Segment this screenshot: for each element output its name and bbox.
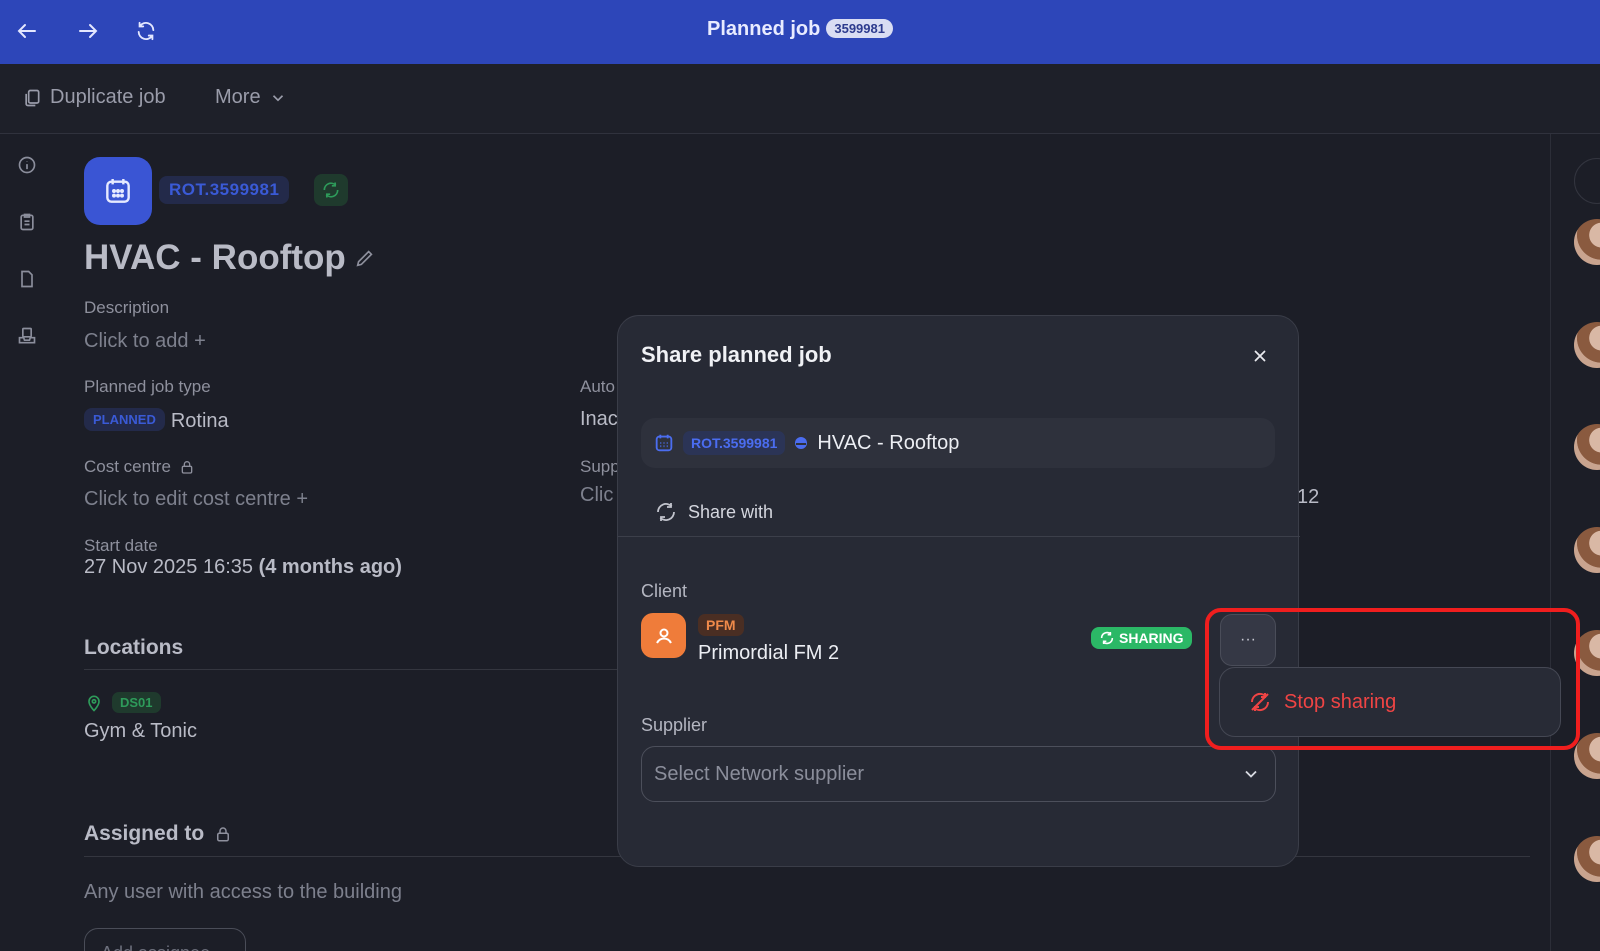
lock-icon xyxy=(181,461,193,474)
page-title: Planned job 3599981 xyxy=(0,18,1600,41)
document-icon[interactable] xyxy=(15,267,39,291)
plus-icon: + xyxy=(194,330,206,352)
supplier-select[interactable]: Select Network supplier xyxy=(641,746,1276,802)
pencil-icon[interactable] xyxy=(354,247,376,269)
plus-icon: + xyxy=(296,488,308,510)
description-add-text: Click to add xyxy=(84,330,189,352)
cost-centre-edit[interactable]: Click to edit cost centre + xyxy=(84,488,308,511)
description-label: Description xyxy=(84,298,170,317)
copy-icon xyxy=(25,89,40,106)
more-menu-button[interactable]: More xyxy=(215,86,287,109)
job-type-icon xyxy=(84,157,152,225)
assigned-title: Assigned to xyxy=(84,822,232,846)
status-dot-icon xyxy=(795,437,808,449)
supplier-field-value[interactable]: Clic xyxy=(580,484,613,507)
sharing-status-badge: SHARING xyxy=(1091,627,1192,649)
job-type-value: PLANNED Rotina xyxy=(84,408,229,433)
share-with-tab[interactable]: Share with xyxy=(654,500,773,524)
start-date-value: 27 Nov 2025 16:35 (4 months ago) xyxy=(84,556,402,579)
auto-label: Auto xyxy=(580,377,615,396)
assigned-title-text: Assigned to xyxy=(84,822,205,845)
lock-icon xyxy=(217,827,230,842)
job-name: HVAC - Rooftop xyxy=(817,431,960,454)
cost-centre-label: Cost centre xyxy=(84,457,195,477)
share-sync-icon xyxy=(657,503,675,521)
chevron-down-icon xyxy=(272,94,283,101)
calendar-icon xyxy=(655,434,673,452)
locations-divider xyxy=(84,669,617,670)
toolbar: Duplicate job More xyxy=(0,64,1600,134)
client-more-button[interactable]: ··· xyxy=(1220,614,1276,666)
location-code-pill: DS01 xyxy=(112,692,161,713)
tray-icon[interactable] xyxy=(15,324,39,348)
location-code-row: DS01 xyxy=(84,692,161,713)
page-title-text: Planned job xyxy=(707,18,821,40)
job-title-text: HVAC - Rooftop xyxy=(84,238,346,277)
cost-centre-label-text: Cost centre xyxy=(84,457,171,476)
supplier-placeholder: Select Network supplier xyxy=(654,762,865,785)
shared-status-icon[interactable] xyxy=(314,174,348,206)
user-icon xyxy=(655,628,672,643)
modal-divider xyxy=(618,536,1300,537)
job-type-text: Rotina xyxy=(170,410,229,432)
planned-pill: PLANNED xyxy=(84,408,165,431)
auto-value: Inac xyxy=(580,408,618,430)
job-title: HVAC - Rooftop xyxy=(84,238,376,278)
add-assignee-button[interactable]: Add assignee xyxy=(84,928,246,951)
truncated-value: 12 xyxy=(1297,486,1320,508)
supplier-label: Supplier xyxy=(641,715,708,735)
job-ref-pill: ROT.3599981 xyxy=(159,176,290,204)
client-label: Client xyxy=(641,581,688,601)
client-name: Primordial FM 2 xyxy=(698,642,840,664)
shared-job-row: ROT.3599981 HVAC - Rooftop xyxy=(641,418,1275,468)
more-label: More xyxy=(215,86,261,108)
info-icon[interactable] xyxy=(15,153,39,177)
client-avatar xyxy=(641,613,686,658)
share-with-label: Share with xyxy=(688,501,774,522)
stop-sharing-menu-item[interactable]: Stop sharing xyxy=(1219,667,1561,737)
job-number-badge: 3599981 xyxy=(826,19,893,38)
assigned-value: Any user with access to the building xyxy=(84,881,402,903)
location-name[interactable]: Gym & Tonic xyxy=(84,720,197,743)
job-type-label: Planned job type xyxy=(84,377,211,396)
modal-title: Share planned job xyxy=(641,342,832,367)
top-bar: Planned job 3599981 xyxy=(0,0,1600,64)
calendar-icon xyxy=(106,179,130,203)
checklist-icon[interactable] xyxy=(15,210,39,234)
start-date-text: 27 Nov 2025 16:35 xyxy=(84,556,254,578)
locations-title: Locations xyxy=(84,636,184,659)
client-code-pill: PFM xyxy=(698,614,744,636)
share-sync-icon xyxy=(1100,631,1114,645)
stop-sharing-label: Stop sharing xyxy=(1284,690,1397,713)
job-ref-pill: ROT.3599981 xyxy=(683,431,786,455)
close-icon[interactable] xyxy=(1248,344,1272,368)
supplier-field-label: Supp xyxy=(580,457,620,476)
duplicate-job-label: Duplicate job xyxy=(50,86,166,108)
description-add[interactable]: Click to add + xyxy=(84,330,206,353)
share-planned-job-modal: Share planned job ROT.3599981 HVAC - Roo… xyxy=(617,315,1300,867)
start-date-relative: (4 months ago) xyxy=(258,556,402,578)
stop-sharing-icon xyxy=(1250,692,1270,712)
sharing-badge-label: SHARING xyxy=(1119,630,1184,646)
start-date-label: Start date xyxy=(84,536,158,555)
location-pin-icon xyxy=(88,695,100,712)
chevron-down-icon xyxy=(1245,770,1257,778)
cost-centre-edit-text: Click to edit cost centre xyxy=(84,488,291,510)
duplicate-job-button[interactable]: Duplicate job xyxy=(22,86,166,109)
